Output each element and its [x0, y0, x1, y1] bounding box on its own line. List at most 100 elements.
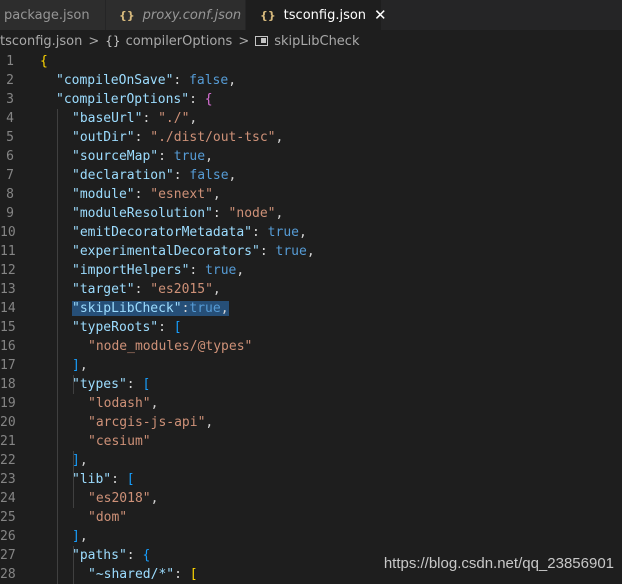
line-number: 17	[0, 358, 16, 373]
code-line[interactable]: 6 "sourceMap": true,	[0, 147, 622, 166]
code-line[interactable]: 2 "compileOnSave": false,	[0, 71, 622, 90]
code-line[interactable]: 26],	[0, 527, 622, 546]
line-number: 2	[6, 73, 14, 88]
code-token: true	[267, 225, 299, 240]
tab-proxy-conf-json[interactable]: {} proxy.conf.json	[106, 0, 246, 30]
code-line[interactable]: 18 "types": [	[0, 375, 622, 394]
code-line[interactable]: 21 "cesium"	[0, 432, 622, 451]
code-line[interactable]: 5 "outDir": "./dist/out-tsc",	[0, 128, 622, 147]
code-line[interactable]: 11 "experimentalDecorators": true,	[0, 242, 622, 261]
code-line[interactable]: 10 "emitDecoratorMetadata": true,	[0, 223, 622, 242]
code-token: true	[205, 263, 237, 278]
code-line[interactable]: 1{	[0, 52, 622, 71]
boolean-property-icon	[255, 36, 269, 46]
code-line[interactable]: 17],	[0, 356, 622, 375]
code-token: ,	[150, 491, 159, 506]
code-text: "sourceMap": true,	[72, 147, 213, 166]
code-token: "importHelpers"	[72, 263, 190, 278]
code-token: "module"	[72, 187, 135, 202]
code-line[interactable]: 19 "lodash",	[0, 394, 622, 413]
breadcrumb-file[interactable]: tsconfig.json	[0, 34, 82, 49]
chevron-right-icon: >	[88, 33, 100, 49]
code-text: "module": "esnext",	[72, 185, 221, 204]
tab-label: tsconfig.json	[283, 7, 367, 23]
line-number: 20	[0, 415, 16, 430]
code-text: "typeRoots": [	[72, 318, 182, 337]
breadcrumb-skip-lib-check[interactable]: skipLibCheck	[274, 34, 359, 49]
code-line[interactable]: 7 "declaration": false,	[0, 166, 622, 185]
code-token: :	[252, 225, 268, 240]
code-token: "lib"	[72, 472, 112, 487]
line-number: 19	[0, 396, 16, 411]
code-text: "importHelpers": true,	[72, 261, 244, 280]
code-token: true	[189, 301, 221, 316]
line-number: 28	[0, 567, 16, 582]
line-number: 15	[0, 320, 16, 335]
code-token: "~shared/*"	[88, 567, 175, 582]
code-text: "outDir": "./dist/out-tsc",	[72, 128, 283, 147]
watermark: https://blog.csdn.net/qq_23856901	[383, 555, 614, 572]
code-token: {	[204, 92, 213, 107]
code-token: :	[134, 130, 151, 145]
code-token: "outDir"	[72, 130, 135, 145]
code-token: "compileOnSave"	[56, 73, 174, 88]
line-number: 1	[6, 54, 14, 69]
code-text: "cesium"	[88, 432, 151, 451]
code-token: ,	[150, 396, 159, 411]
code-token: ,	[79, 529, 88, 544]
code-line[interactable]: 24 "es2018",	[0, 489, 622, 508]
code-line[interactable]: 4 "baseUrl": "./",	[0, 109, 622, 128]
code-line[interactable]: 20 "arcgis-js-api",	[0, 413, 622, 432]
chevron-right-icon: >	[238, 33, 250, 49]
tab-bar: package.json {} proxy.conf.json {} tscon…	[0, 0, 622, 30]
code-token: ,	[212, 282, 221, 297]
close-icon[interactable]: ✕	[374, 6, 387, 24]
code-token: "emitDecoratorMetadata"	[72, 225, 253, 240]
json-file-icon: {}	[119, 8, 135, 22]
code-token: ,	[79, 358, 88, 373]
code-text: ],	[72, 451, 88, 470]
code-token: ,	[228, 73, 237, 88]
code-token: [	[173, 320, 182, 335]
code-token: false	[189, 73, 229, 88]
code-token: ]	[72, 358, 80, 373]
code-token: ,	[275, 130, 284, 145]
selection-highlight: "skipLibCheck":true,	[72, 301, 229, 316]
code-line[interactable]: 25 "dom"	[0, 508, 622, 527]
code-token: :	[111, 472, 127, 487]
code-token: :	[259, 244, 276, 259]
code-line[interactable]: 14 "skipLibCheck":true,	[0, 299, 622, 318]
code-token: "target"	[72, 282, 135, 297]
code-line[interactable]: 3 "compilerOptions": {	[0, 90, 622, 109]
code-line[interactable]: 12 "importHelpers": true,	[0, 261, 622, 280]
code-line[interactable]: 23 "lib": [	[0, 470, 622, 489]
tab-tsconfig-json[interactable]: {} tsconfig.json ✕	[246, 0, 387, 30]
line-number: 25	[0, 510, 16, 525]
code-line[interactable]: 9 "moduleResolution": "node",	[0, 204, 622, 223]
code-line[interactable]: 8 "module": "esnext",	[0, 185, 622, 204]
code-token: "moduleResolution"	[72, 206, 213, 221]
code-token: "compilerOptions"	[56, 92, 190, 107]
code-line[interactable]: 16 "node_modules/@types"	[0, 337, 622, 356]
code-editor[interactable]: 1{2 "compileOnSave": false, 3 "compilerOpti…	[0, 52, 622, 584]
json-file-icon: {}	[260, 8, 276, 22]
line-number: 24	[0, 491, 16, 506]
code-line[interactable]: 15 "typeRoots": [	[0, 318, 622, 337]
code-token: ,	[212, 187, 221, 202]
code-token: "paths"	[72, 548, 127, 563]
tab-package-json[interactable]: package.json	[0, 0, 106, 30]
line-number: 12	[0, 263, 16, 278]
line-number: 7	[6, 168, 14, 183]
code-text: "lodash",	[88, 394, 158, 413]
code-token: :	[126, 548, 143, 563]
code-text: "skipLibCheck":true,	[72, 299, 229, 318]
code-token: false	[189, 168, 229, 183]
code-token: ,	[205, 415, 214, 430]
code-token: "experimentalDecorators"	[72, 244, 260, 259]
line-number: 9	[6, 206, 14, 221]
code-line[interactable]: 22],	[0, 451, 622, 470]
tab-label: package.json	[4, 7, 90, 23]
code-line[interactable]: 13 "target": "es2015",	[0, 280, 622, 299]
breadcrumb-compiler-options[interactable]: compilerOptions	[126, 34, 233, 49]
tab-label: proxy.conf.json	[142, 7, 242, 23]
